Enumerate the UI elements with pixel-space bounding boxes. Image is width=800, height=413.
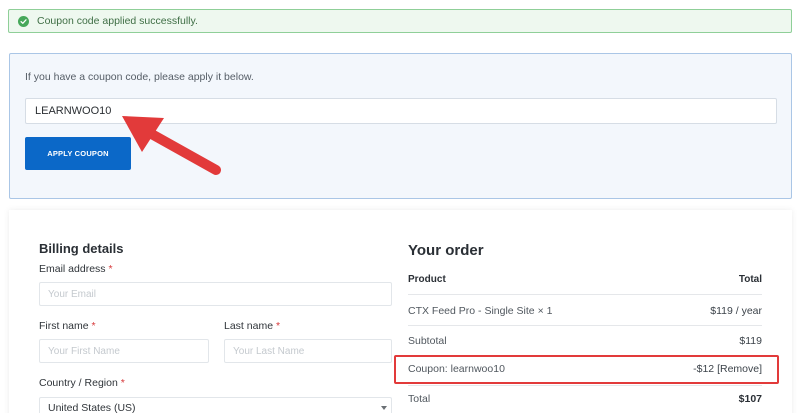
order-item-row: CTX Feed Pro - Single Site × 1 $119 / ye… [408, 305, 762, 317]
apply-coupon-button[interactable]: APPLY COUPON [25, 137, 131, 170]
order-title: Your order [408, 242, 484, 259]
success-notice: Coupon code applied successfully. [8, 9, 792, 33]
col-product: Product [408, 274, 446, 285]
country-label: Country / Region * [39, 377, 125, 389]
required-mark: * [91, 320, 96, 332]
required-mark: * [108, 263, 113, 275]
item-name: CTX Feed Pro - Single Site [408, 305, 535, 317]
chevron-down-icon [381, 406, 387, 410]
email-field[interactable] [39, 282, 392, 306]
total-value: $107 [738, 393, 762, 405]
col-total: Total [738, 274, 762, 285]
item-qty: × 1 [537, 305, 553, 317]
row-divider [408, 325, 762, 326]
annotation-arrow-icon [122, 116, 221, 175]
last-name-label: Last name * [224, 320, 281, 332]
subtotal-label: Subtotal [408, 335, 447, 347]
billing-title: Billing details [39, 241, 124, 256]
required-mark: * [275, 320, 281, 332]
order-header-row: Product Total [408, 274, 762, 285]
row-divider [408, 294, 762, 295]
last-name-field[interactable] [224, 339, 392, 363]
coupon-highlight-box [394, 355, 779, 384]
row-divider [408, 385, 762, 386]
total-label: Total [408, 393, 431, 405]
subtotal-value: $119 [739, 335, 762, 347]
notice-message: Coupon code applied successfully. [37, 15, 198, 27]
country-select[interactable]: United States (US) [39, 397, 392, 413]
check-circle-icon [18, 15, 29, 27]
coupon-hint: If you have a coupon code, please apply … [25, 71, 254, 83]
email-label: Email address * [39, 263, 113, 275]
item-price: $119 / year [710, 305, 762, 317]
required-mark: * [120, 377, 125, 389]
first-name-field[interactable] [39, 339, 209, 363]
subtotal-row: Subtotal $119 [408, 335, 762, 347]
total-row: Total $107 [408, 393, 762, 405]
country-value: United States (US) [48, 402, 136, 413]
first-name-label: First name * [39, 320, 96, 332]
